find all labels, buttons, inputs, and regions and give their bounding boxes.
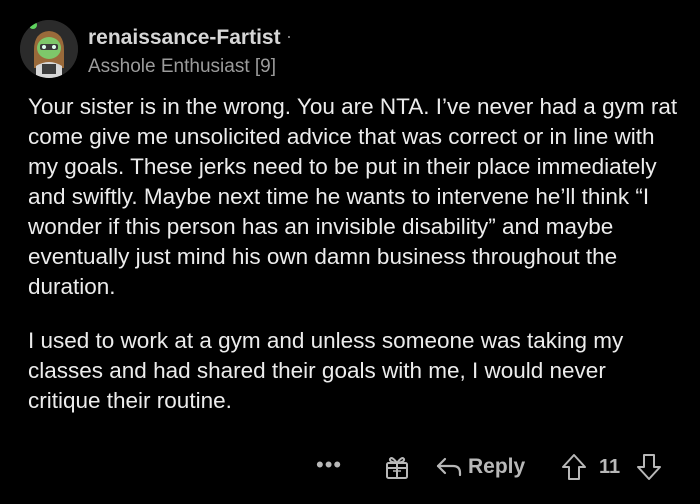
- online-indicator: [29, 21, 37, 29]
- upvote-arrow-icon: [562, 454, 586, 480]
- user-flair: Asshole Enthusiast [9]: [88, 56, 276, 77]
- upvote-button[interactable]: [561, 453, 587, 481]
- award-icon: [386, 457, 408, 479]
- award-button[interactable]: [384, 454, 410, 480]
- comment-paragraph: Your sister is in the wrong. You are NTA…: [28, 94, 678, 299]
- vote-score: 11: [599, 456, 621, 478]
- comment-body: Your sister is in the wrong. You are NTA…: [28, 92, 678, 440]
- reply-arrow-icon: [436, 457, 462, 477]
- comment: renaissance-Fartist · Asshole Enthusiast…: [0, 0, 700, 504]
- downvote-arrow-icon: [637, 454, 661, 480]
- avatar[interactable]: [20, 20, 78, 78]
- reply-button[interactable]: Reply: [436, 453, 525, 481]
- comment-paragraph: I used to work at a gym and unless someo…: [28, 328, 624, 413]
- more-options-button[interactable]: •••: [316, 452, 342, 478]
- snoo-avatar-icon: [20, 20, 78, 78]
- reply-label: Reply: [468, 455, 526, 478]
- comment-header: renaissance-Fartist · Asshole Enthusiast…: [20, 20, 660, 80]
- username[interactable]: renaissance-Fartist: [88, 26, 281, 50]
- downvote-button[interactable]: [636, 453, 662, 481]
- username-separator: ·: [286, 26, 292, 46]
- comment-actions: ••• Reply 11: [0, 448, 700, 488]
